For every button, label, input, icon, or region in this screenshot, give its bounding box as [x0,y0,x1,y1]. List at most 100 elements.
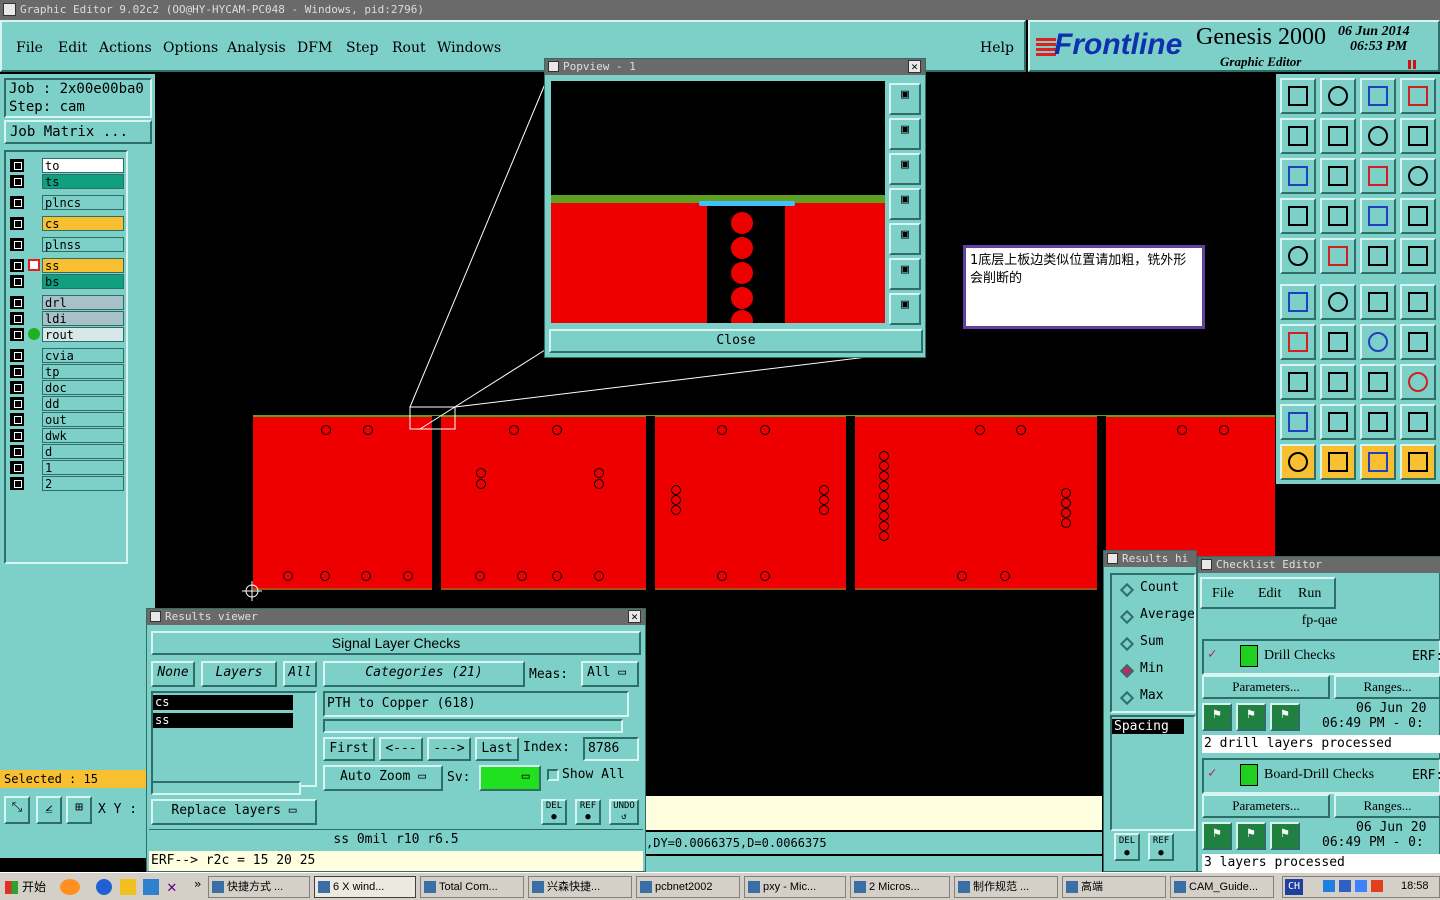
index-input[interactable]: 8786 [583,737,639,761]
grid-icon[interactable] [1320,198,1356,234]
pv-left-icon[interactable]: ▣ [889,188,921,220]
ruler-icon[interactable] [1360,238,1396,274]
results-header[interactable]: Signal Layer Checks [151,631,641,655]
layer-name[interactable]: 2 [42,476,124,491]
popview-close-icon[interactable]: ✕ [908,60,921,73]
save-icon[interactable] [1320,78,1356,114]
undo-button[interactable]: UNDO ↺ [609,799,639,825]
triangle-icon[interactable] [1280,404,1316,440]
layers-button[interactable]: Layers [201,661,277,687]
zoom-forward-icon[interactable] [1320,118,1356,154]
language-indicator[interactable]: CH [1285,879,1303,895]
menu-dfm[interactable]: DFM [297,40,332,56]
layer-name[interactable]: ts [42,174,124,189]
taskbar-item[interactable]: 制作规范 ... [954,876,1058,898]
menu-options[interactable]: Options [163,40,218,56]
hist-ref-button[interactable]: REF ● [1148,833,1174,861]
ratio-icon[interactable] [1360,158,1396,194]
results-viewer-close-icon[interactable]: ✕ [628,610,641,623]
redraw-icon[interactable] [1400,118,1436,154]
menu-file[interactable]: File [16,40,43,56]
run-all-icon[interactable]: ⚑ [1236,822,1266,850]
check-mark-icon[interactable]: ✓ [1208,765,1216,781]
tray-monitor-icon[interactable] [1355,880,1367,892]
help-icon[interactable] [1400,158,1436,194]
pad-icon[interactable] [1280,238,1316,274]
house-icon[interactable] [1360,78,1396,114]
center-icon[interactable] [1320,158,1356,194]
layer-checkbox[interactable] [10,238,24,251]
check-mark-icon[interactable]: ✓ [1208,646,1216,662]
layer-checkbox[interactable] [10,461,24,474]
quicklaunch-clock-icon[interactable] [120,879,136,895]
layer-checkbox[interactable] [10,259,24,272]
group-icon[interactable] [1400,364,1436,400]
layer-name[interactable]: tp [42,364,124,379]
taskbar-item[interactable]: 2 Micros... [850,876,950,898]
results-layer-item[interactable]: ss [153,713,293,728]
pv-fit-icon[interactable]: ▣ [889,83,921,115]
expand-icon[interactable] [1360,364,1396,400]
pv-up-icon[interactable]: ▣ [889,118,921,150]
next-button[interactable]: ---> [427,737,471,761]
results-layer-list[interactable]: cs ss [151,691,317,787]
select-alt-icon[interactable] [1360,444,1396,480]
tray-network-icon[interactable] [1323,880,1335,892]
layer-name[interactable]: cvia [42,348,124,363]
layer-name[interactable]: d [42,444,124,459]
hist-del-button[interactable]: DEL ● [1114,833,1140,861]
arc-icon[interactable] [1360,324,1396,360]
menu-actions[interactable]: Actions [99,40,152,56]
layer-name[interactable]: drl [42,295,124,310]
layer-name[interactable]: ss [42,258,124,273]
layer-checkbox[interactable] [10,159,24,172]
layer-checkbox[interactable] [10,196,24,209]
taskbar-item[interactable]: 兴森快捷... [528,876,632,898]
cross-icon[interactable] [1320,284,1356,320]
first-button[interactable]: First [323,737,375,761]
results-layer-item[interactable]: cs [153,695,293,710]
sv-select[interactable]: ▭ [479,765,541,791]
pv-zoom-icon[interactable]: ▣ [889,258,921,290]
menu-edit[interactable]: Edit [58,40,87,56]
zoom-prev-icon[interactable] [1360,118,1396,154]
taskbar-item[interactable]: Total Com... [420,876,524,898]
replace-layers-menu[interactable]: Replace layers ▭ [151,799,317,825]
checklist-menu-file[interactable]: File [1212,586,1234,602]
line-icon[interactable] [1320,238,1356,274]
layer-name[interactable]: plnss [42,237,124,252]
route-icon[interactable] [1400,444,1436,480]
taskbar-item[interactable]: 快捷方式 ... [208,876,310,898]
pause-icon[interactable] [1408,60,1416,69]
menu-help[interactable]: Help [980,40,1014,56]
point-icon[interactable] [1400,284,1436,320]
tri-c-icon[interactable] [1400,404,1436,440]
check-erf[interactable]: ERF: [1412,649,1440,664]
quicklaunch-msn-icon[interactable] [60,879,80,895]
menu-windows[interactable]: Windows [437,40,501,56]
layer-name[interactable]: doc [42,380,124,395]
layer-name[interactable]: plncs [42,195,124,210]
taskbar-item[interactable]: 高端 [1062,876,1166,898]
layer-checkbox[interactable] [10,381,24,394]
check-ranges-button[interactable]: Ranges... [1334,794,1440,818]
quicklaunch-x-icon[interactable]: ✕ [167,877,177,896]
layer-checkbox[interactable] [10,365,24,378]
tri-a-icon[interactable] [1320,404,1356,440]
stop-icon[interactable]: ⚑ [1270,822,1300,850]
snap-icon[interactable] [1360,198,1396,234]
stop-icon[interactable]: ⚑ [1270,703,1300,731]
category-item[interactable]: PTH to Copper (618) [323,691,629,717]
none-button[interactable]: None [151,661,195,687]
zoom-back-icon[interactable] [1280,118,1316,154]
auto-zoom-menu[interactable]: Auto Zoom ▭ [323,765,443,791]
select-icon[interactable] [1320,444,1356,480]
layer-list-hscroll[interactable] [151,781,301,795]
run-all-icon[interactable]: ⚑ [1236,703,1266,731]
quicklaunch-more-icon[interactable]: » [194,877,201,891]
layer-checkbox[interactable] [10,445,24,458]
menu-analysis[interactable]: Analysis [227,40,286,56]
taskbar-item[interactable]: pcbnet2002 [636,876,740,898]
start-button[interactable]: 开始 [2,876,50,898]
job-matrix-button[interactable]: Job Matrix ... [4,120,152,144]
